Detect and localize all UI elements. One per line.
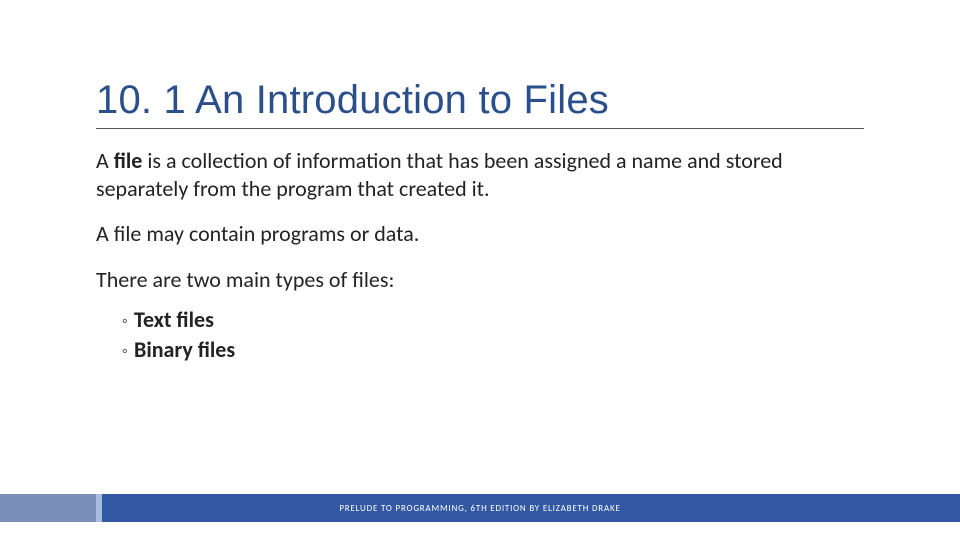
slide-title: 10. 1 An Introduction to Files bbox=[96, 78, 864, 129]
list-item-label: Binary files bbox=[134, 336, 235, 363]
list-item: ◦Binary files bbox=[122, 335, 864, 365]
sublist: ◦Text files ◦Binary files bbox=[122, 305, 864, 364]
bullet-icon: ◦ bbox=[122, 341, 134, 363]
paragraph-3: There are two main types of files: bbox=[96, 266, 864, 294]
footer-text: PRELUDE TO PROGRAMMING, 6TH EDITION BY E… bbox=[339, 503, 620, 514]
run-bold: file bbox=[114, 147, 143, 174]
run: A file may contain programs or data. bbox=[96, 220, 419, 247]
paragraph-1: A file is a collection of information th… bbox=[96, 147, 864, 202]
slide: 10. 1 An Introduction to Files A file is… bbox=[0, 0, 960, 540]
footer-accent-stripe bbox=[96, 494, 102, 522]
run: There are two main types of files: bbox=[96, 266, 394, 293]
run: A bbox=[96, 147, 114, 174]
content-area: 10. 1 An Introduction to Files A file is… bbox=[96, 78, 864, 364]
list-item-label: Text files bbox=[134, 306, 214, 333]
paragraph-2: A file may contain programs or data. bbox=[96, 220, 864, 248]
list-item: ◦Text files bbox=[122, 305, 864, 335]
footer-band: PRELUDE TO PROGRAMMING, 6TH EDITION BY E… bbox=[0, 494, 960, 522]
footer-accent-block bbox=[0, 494, 96, 522]
bullet-icon: ◦ bbox=[122, 311, 134, 333]
body-text: A file is a collection of information th… bbox=[96, 147, 864, 364]
run: is a collection of information that has … bbox=[96, 147, 783, 202]
